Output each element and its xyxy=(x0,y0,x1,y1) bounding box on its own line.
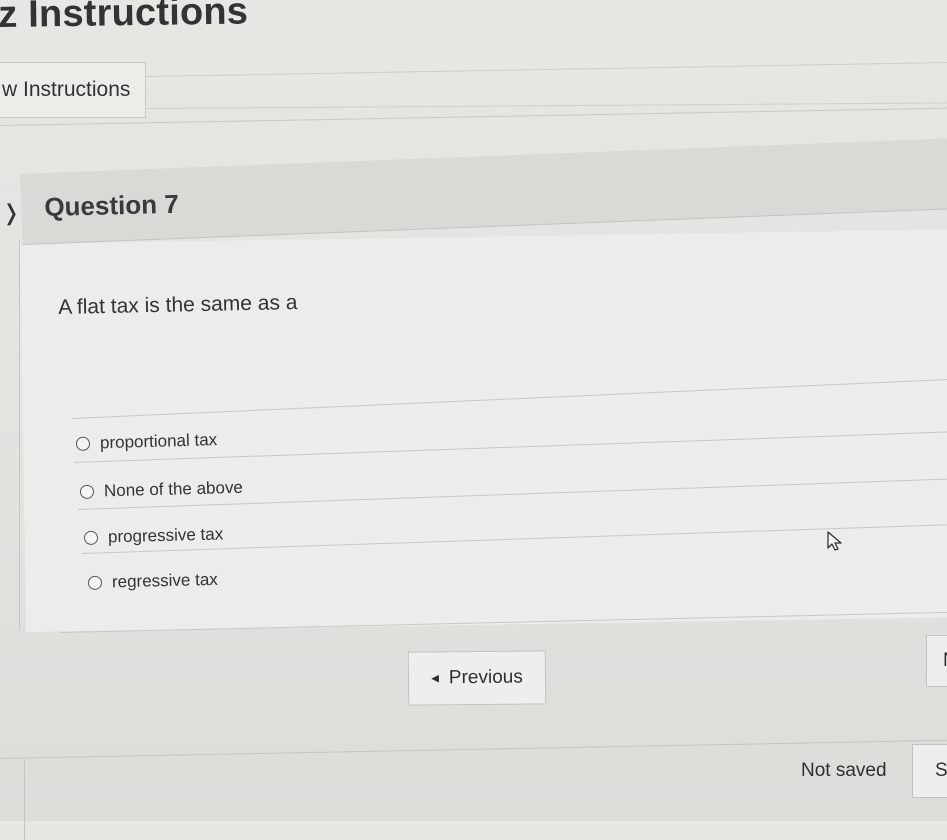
instructions-tab-label: w Instructions xyxy=(2,78,131,101)
save-button-label: S xyxy=(935,760,947,781)
radio-button[interactable] xyxy=(83,530,99,545)
next-button[interactable]: N xyxy=(926,635,947,687)
header-divider xyxy=(145,102,947,109)
save-status: Not saved xyxy=(801,760,887,781)
instructions-tab[interactable]: w Instructions xyxy=(0,62,146,118)
chevron-right-icon[interactable]: ❭ xyxy=(2,200,20,226)
answer-option[interactable]: proportional tax xyxy=(75,430,218,454)
answer-option-label: progressive tax xyxy=(107,524,224,547)
question-border xyxy=(19,240,20,630)
header-divider xyxy=(145,61,947,77)
answer-option-label: proportional tax xyxy=(99,430,218,453)
answer-option-label: None of the above xyxy=(103,477,244,501)
radio-button[interactable] xyxy=(79,484,95,499)
previous-button[interactable]: ◀ Previous xyxy=(407,650,547,706)
question-label: Question 7 xyxy=(44,188,180,222)
footer-divider xyxy=(0,739,947,759)
mouse-pointer-icon xyxy=(826,530,846,557)
question-text: A flat tax is the same as a xyxy=(58,290,298,319)
page-title: z Instructions xyxy=(0,0,249,36)
radio-button[interactable] xyxy=(87,575,103,590)
next-button-label: N xyxy=(943,650,947,672)
answer-option[interactable]: None of the above xyxy=(79,477,244,502)
answer-option-label: regressive tax xyxy=(111,569,219,592)
answer-option[interactable]: progressive tax xyxy=(83,524,224,548)
answer-option[interactable]: regressive tax xyxy=(87,569,219,593)
save-button[interactable]: S xyxy=(912,744,947,798)
caret-left-icon: ◀ xyxy=(431,672,439,684)
previous-button-label: Previous xyxy=(448,666,523,689)
radio-button[interactable] xyxy=(75,436,91,451)
